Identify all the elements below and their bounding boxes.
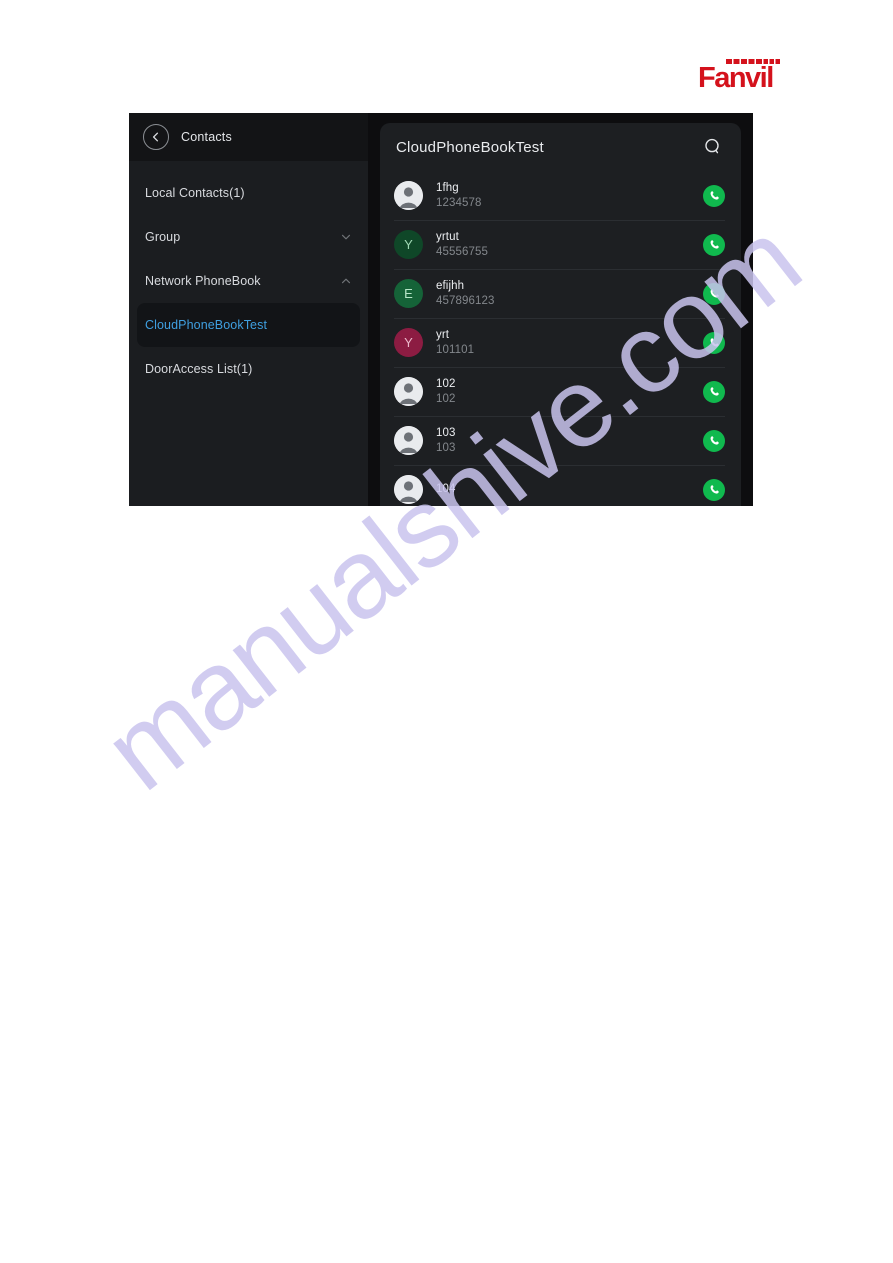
avatar — [394, 426, 423, 455]
phone-call-icon — [710, 338, 719, 347]
phone-call-icon — [710, 191, 719, 200]
chevron-down-icon — [341, 234, 351, 240]
call-button[interactable] — [703, 331, 725, 354]
sidebar-title: Contacts — [181, 130, 232, 144]
contact-name: efijhh — [436, 279, 465, 292]
contact-number: 45556755 — [436, 245, 488, 258]
person-icon — [394, 426, 423, 455]
fanvil-logo: Fanvil — [697, 55, 797, 95]
person-icon — [394, 475, 423, 504]
call-button[interactable] — [703, 282, 725, 305]
contact-info: 104 — [436, 482, 703, 497]
table-row[interactable]: Y yrtut 45556755 — [394, 220, 725, 269]
contact-number: 102 — [436, 392, 456, 405]
phone-call-icon — [710, 436, 719, 445]
phone-call-icon — [710, 387, 719, 396]
contact-info: 1fhg 1234578 — [436, 181, 703, 211]
sidebar-item-list: Local Contacts(1) Group Network PhoneBoo… — [129, 161, 368, 391]
sidebar-item-network-phonebook[interactable]: Network PhoneBook — [129, 259, 368, 303]
chevron-up-icon — [341, 278, 351, 284]
phone-call-icon — [710, 240, 719, 249]
contact-list: 1fhg 1234578 Y yrtut 45556755 E efijhh 4… — [380, 171, 741, 506]
device-screenshot: Contacts Local Contacts(1) Group Network… — [129, 113, 753, 506]
back-button[interactable] — [143, 124, 169, 150]
search-icon[interactable] — [703, 137, 723, 157]
call-button[interactable] — [703, 429, 725, 452]
phonebook-header: CloudPhoneBookTest — [380, 123, 741, 171]
phone-call-icon — [710, 289, 719, 298]
avatar: E — [394, 279, 423, 308]
avatar — [394, 377, 423, 406]
avatar-initial: Y — [404, 237, 413, 252]
avatar: Y — [394, 230, 423, 259]
table-row[interactable]: 104 — [394, 465, 725, 506]
fanvil-logo-svg: Fanvil — [698, 59, 780, 94]
contact-info: yrt 101101 — [436, 328, 703, 358]
phone-call-icon — [710, 485, 719, 494]
sidebar-item-label: Group — [145, 230, 181, 244]
call-button[interactable] — [703, 184, 725, 207]
contacts-detail-panel: CloudPhoneBookTest 1fhg 1234578 Y yrtut … — [368, 113, 753, 506]
call-button[interactable] — [703, 478, 725, 501]
contact-name: 1fhg — [436, 181, 459, 194]
call-button[interactable] — [703, 233, 725, 256]
avatar — [394, 181, 423, 210]
contact-name: yrt — [436, 328, 450, 341]
contact-info: yrtut 45556755 — [436, 230, 703, 260]
sidebar-item-label: Network PhoneBook — [145, 274, 261, 288]
contact-number: 457896123 — [436, 294, 495, 307]
phonebook-card: CloudPhoneBookTest 1fhg 1234578 Y yrtut … — [380, 123, 741, 506]
sidebar-item-cloudphonebooktest[interactable]: CloudPhoneBookTest — [137, 303, 360, 347]
contact-info: 103 103 — [436, 426, 703, 456]
sidebar-item-group[interactable]: Group — [129, 215, 368, 259]
call-button[interactable] — [703, 380, 725, 403]
sidebar-header: Contacts — [129, 113, 368, 161]
sidebar-item-label: CloudPhoneBookTest — [145, 318, 268, 332]
table-row[interactable]: 102 102 — [394, 367, 725, 416]
avatar — [394, 475, 423, 504]
contact-number: 103 — [436, 441, 456, 454]
avatar-initial: Y — [404, 335, 413, 350]
contact-name: yrtut — [436, 230, 459, 243]
sidebar-item-dooraccess-list[interactable]: DoorAccess List(1) — [129, 347, 368, 391]
contacts-sidebar: Contacts Local Contacts(1) Group Network… — [129, 113, 368, 506]
table-row[interactable]: 1fhg 1234578 — [394, 171, 725, 220]
sidebar-item-label: DoorAccess List(1) — [145, 362, 253, 376]
svg-text:Fanvil: Fanvil — [698, 62, 773, 94]
contact-name: 103 — [436, 426, 456, 439]
table-row[interactable]: E efijhh 457896123 — [394, 269, 725, 318]
contact-info: 102 102 — [436, 377, 703, 407]
avatar-initial: E — [404, 286, 413, 301]
sidebar-item-local-contacts[interactable]: Local Contacts(1) — [129, 171, 368, 215]
contact-number: 101101 — [436, 343, 475, 356]
sidebar-item-label: Local Contacts(1) — [145, 186, 245, 200]
page-title: CloudPhoneBookTest — [396, 138, 544, 156]
contact-name: 104 — [436, 483, 456, 495]
chevron-left-icon — [152, 132, 159, 142]
table-row[interactable]: 103 103 — [394, 416, 725, 465]
contact-number: 1234578 — [436, 196, 482, 209]
avatar: Y — [394, 328, 423, 357]
table-row[interactable]: Y yrt 101101 — [394, 318, 725, 367]
person-icon — [394, 377, 423, 406]
contact-info: efijhh 457896123 — [436, 279, 703, 309]
person-icon — [394, 181, 423, 210]
contact-name: 102 — [436, 377, 456, 390]
